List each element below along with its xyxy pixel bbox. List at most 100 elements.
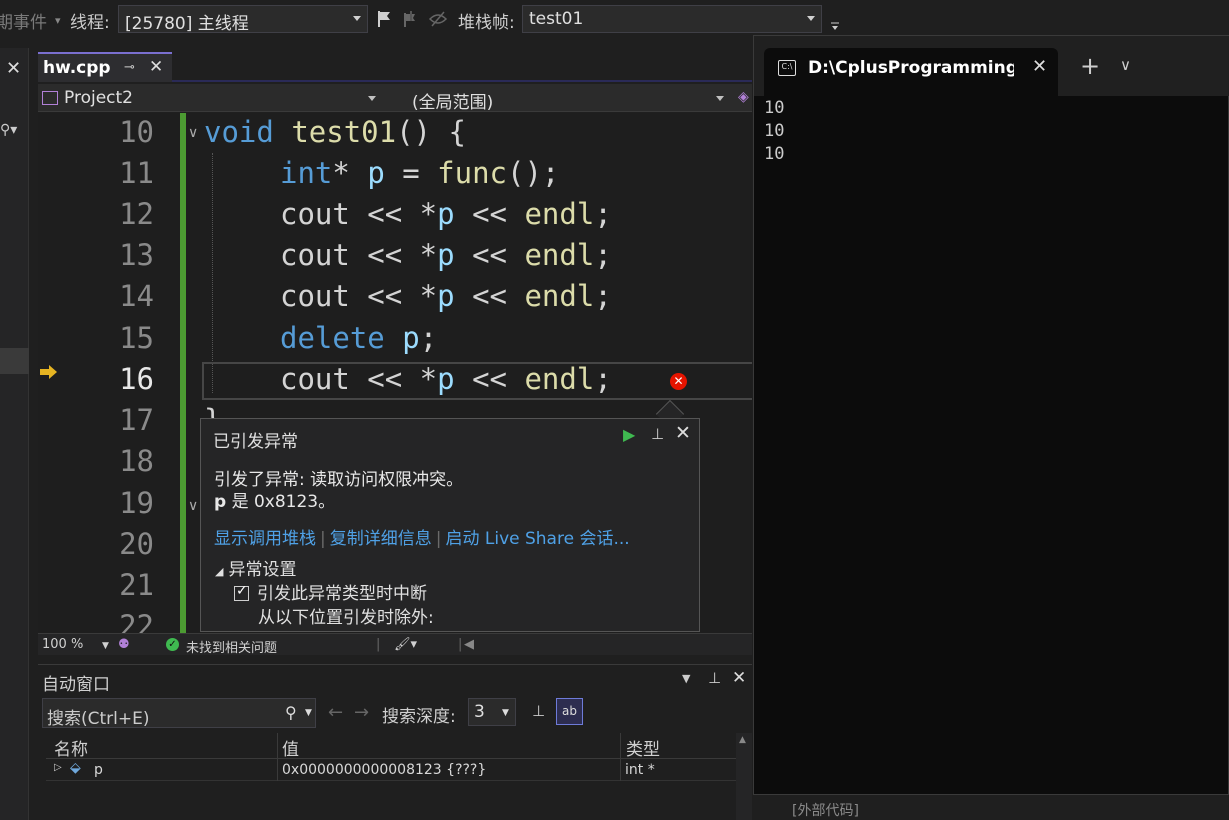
line-number: 12	[119, 197, 154, 231]
line-number: 21	[119, 568, 154, 602]
line-number: 19	[119, 486, 154, 520]
stackframe-value: test01	[529, 9, 584, 29]
close-icon[interactable]: ✕	[1032, 56, 1047, 77]
chevron-down-icon[interactable]: ▼	[102, 641, 109, 651]
separator: |	[458, 637, 463, 652]
terminal-tab[interactable]: C:\ D:\CplusProgramming\P ✕	[764, 48, 1058, 96]
line-number: 17	[119, 403, 154, 437]
chevron-down-icon[interactable]: ▼	[682, 672, 690, 685]
break-on-exception-checkbox[interactable]: 引发此异常类型时中断	[234, 579, 427, 604]
show-call-stack-link[interactable]: 显示调用堆栈	[214, 529, 316, 549]
row-value[interactable]: 0x0000000000008123 {???}	[282, 762, 486, 778]
expand-triangle-icon[interactable]: ▷	[54, 762, 62, 773]
terminal-output-line: 10	[764, 121, 785, 141]
forward-arrow-icon[interactable]: →	[354, 702, 369, 723]
exception-popup: 已引发异常 ▶ ⊥ ✕ 引发了异常: 读取访问权限冲突。 p 是 0x8123。…	[200, 418, 700, 632]
copy-details-link[interactable]: 复制详细信息	[330, 529, 432, 549]
scope-dropdown[interactable]: (全局范围)	[408, 86, 728, 113]
thread-dropdown[interactable]: [25780] 主线程	[118, 5, 368, 34]
table-row[interactable]: ▷ ⬙ p 0x0000000000008123 {???} int *	[46, 759, 736, 781]
chevron-down-icon[interactable]: ∨	[1120, 56, 1131, 74]
thread-value: [25780] 主线程	[125, 14, 249, 34]
search-icon[interactable]: ⚲▾	[0, 122, 17, 138]
pin-icon[interactable]: ⊥	[708, 669, 721, 687]
scroll-up-icon[interactable]: ▲	[739, 735, 746, 745]
thread-label: 线程:	[70, 13, 110, 33]
collapse-icon[interactable]: ∨	[188, 498, 198, 514]
thread-filter-icon[interactable]	[428, 10, 448, 28]
close-icon[interactable]: ✕	[6, 58, 21, 79]
line-number: 22	[119, 609, 154, 633]
column-divider[interactable]	[277, 733, 278, 759]
chevron-down-icon	[807, 16, 815, 21]
code-line[interactable]: delete p;	[280, 321, 437, 355]
line-number: 15	[119, 321, 154, 355]
close-icon[interactable]: ✕	[675, 422, 691, 444]
left-tool-strip: ✕ ⚲▾	[0, 48, 29, 820]
chevron-down-icon[interactable]: ▼	[305, 708, 312, 718]
live-share-link[interactable]: 启动 Live Share 会话...	[445, 529, 629, 549]
pin-icon[interactable]: ⊸	[124, 60, 135, 75]
zoom-level[interactable]: 100 %	[42, 637, 83, 652]
code-line[interactable]: cout << *p << endl;	[280, 279, 612, 313]
autos-title: 自动窗口	[42, 675, 110, 695]
chevron-down-icon	[716, 96, 724, 101]
column-divider[interactable]	[620, 733, 621, 759]
autos-window: 自动窗口 ▼ ⊥ ✕ 搜索(Ctrl+E) ⚲ ▼ ← → 搜索深度: 3 ▼ …	[38, 664, 752, 820]
indent-guide	[212, 153, 213, 393]
flag-all-icon[interactable]	[402, 10, 420, 28]
column-value[interactable]: 值	[282, 735, 299, 760]
scope-name: (全局范围)	[412, 93, 494, 113]
overflow-icon[interactable]	[830, 20, 840, 30]
expand-triangle-icon: ◢	[215, 565, 224, 578]
issues-status[interactable]: 未找到相关问题	[186, 637, 277, 656]
error-icon[interactable]: ✕	[670, 373, 687, 390]
column-type[interactable]: 类型	[626, 735, 660, 760]
chevron-down-icon	[368, 96, 376, 101]
pin-icon[interactable]: ⊥	[651, 425, 664, 443]
code-line-current[interactable]: cout << *p << endl;	[280, 362, 612, 396]
cleanup-icon[interactable]: 🖌▾	[394, 637, 417, 652]
close-icon[interactable]: ✕	[732, 668, 746, 688]
line-number: 18	[119, 444, 154, 478]
code-line[interactable]: void test01() {	[204, 115, 466, 149]
search-depth-value: 3	[474, 702, 485, 722]
member-icon[interactable]: ◈	[738, 89, 749, 105]
separator: |	[435, 529, 442, 549]
search-depth-dropdown[interactable]: 3 ▼	[468, 698, 516, 726]
vertical-scrollbar[interactable]: ▲	[736, 733, 752, 820]
scroll-left-icon[interactable]: ◀	[464, 637, 474, 652]
checkbox-icon	[234, 583, 249, 601]
project-dropdown[interactable]: Project2	[40, 86, 380, 110]
exception-links: 显示调用堆栈 | 复制详细信息 | 启动 Live Share 会话...	[214, 524, 630, 549]
filter-pin-icon[interactable]: ⊥	[532, 702, 545, 720]
back-arrow-icon[interactable]: ←	[328, 702, 343, 723]
search-icon[interactable]: ⚲	[285, 703, 297, 722]
change-indicator-bar	[180, 113, 186, 633]
tab-filename: hw.cpp	[43, 58, 111, 78]
row-name: p	[94, 762, 103, 778]
new-tab-plus-icon[interactable]: +	[1080, 52, 1100, 80]
autos-search-input[interactable]: 搜索(Ctrl+E) ⚲ ▼	[42, 698, 316, 729]
code-line[interactable]: cout << *p << endl;	[280, 197, 612, 231]
stackframe-dropdown[interactable]: test01	[522, 5, 822, 33]
code-line[interactable]: int* p = func();	[280, 156, 559, 190]
popup-title: 已引发异常	[213, 432, 298, 452]
search-depth-label: 搜索深度:	[382, 707, 456, 727]
collapse-icon[interactable]: ∨	[188, 125, 198, 141]
exception-settings-section[interactable]: ◢ 异常设置	[215, 555, 296, 580]
view-as-text-icon[interactable]: ab	[556, 698, 583, 725]
section-label: 异常设置	[228, 560, 297, 580]
flag-icon[interactable]	[376, 10, 392, 28]
column-name[interactable]: 名称	[54, 735, 88, 760]
terminal-window[interactable]: C:\ D:\CplusProgramming\P ✕ + ∨ 10 10 10	[753, 35, 1229, 795]
close-icon[interactable]: ✕	[149, 57, 163, 77]
code-line[interactable]: cout << *p << endl;	[280, 238, 612, 272]
line-number: 20	[119, 527, 154, 561]
copilot-icon[interactable]: ⚉	[118, 637, 130, 652]
exception-detail: p 是 0x8123。	[214, 487, 335, 512]
events-label[interactable]: 期事件	[0, 8, 47, 33]
continue-icon[interactable]: ▶	[623, 425, 635, 444]
tab-hw-cpp[interactable]: hw.cpp ⊸ ✕	[38, 52, 172, 82]
separator: |	[320, 529, 326, 549]
